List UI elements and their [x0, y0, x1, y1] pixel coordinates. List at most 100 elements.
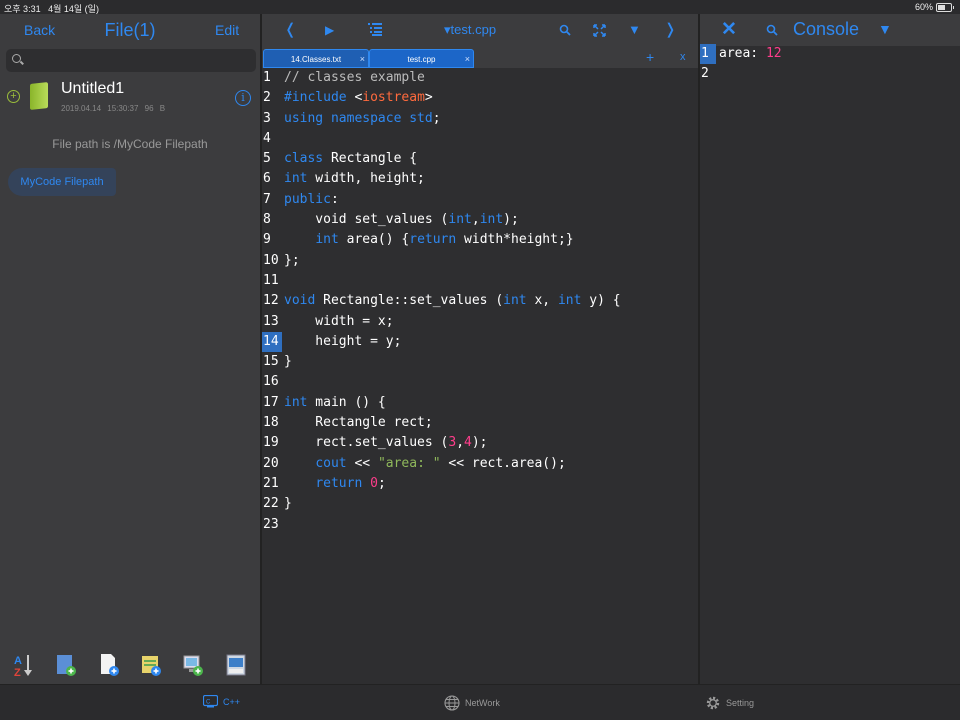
document-title-dropdown[interactable]: ▾test.cpp: [444, 22, 496, 38]
tab-test-cpp[interactable]: test.cpp ×: [369, 49, 474, 68]
code-token: int: [479, 212, 504, 228]
save-window-icon[interactable]: [226, 653, 246, 677]
code-line[interactable]: 1 // classes example: [262, 68, 698, 88]
code-line[interactable]: 14 height = y;: [262, 331, 698, 353]
line-number: 19: [263, 435, 279, 451]
import-file-icon[interactable]: [141, 653, 161, 677]
new-folder-icon[interactable]: [56, 653, 76, 677]
dropdown-triangle-icon[interactable]: ▼: [628, 22, 641, 37]
console-line[interactable]: 1 area: 12: [700, 44, 960, 64]
code-token: area() {: [338, 232, 410, 248]
code-token: int: [315, 232, 339, 248]
chevron-right-icon[interactable]: ❭: [664, 20, 677, 38]
code-line[interactable]: 16: [262, 372, 698, 392]
sort-az-icon[interactable]: A Z: [13, 653, 33, 677]
code-token: "area: ": [377, 455, 441, 471]
tab-label: test.cpp: [407, 55, 436, 64]
code-token: y) {: [581, 293, 621, 309]
expand-plus-icon[interactable]: +: [7, 90, 20, 103]
file-name: Untitled1: [61, 80, 125, 97]
search-icon[interactable]: [559, 24, 571, 36]
tab-label: 14.Classes.txt: [290, 55, 342, 64]
code-line-text: public:: [284, 190, 339, 210]
console-line[interactable]: 2: [700, 64, 960, 84]
close-icon[interactable]: ✕: [721, 18, 737, 41]
close-tab-button[interactable]: x: [680, 51, 686, 63]
cpp-icon: C: [203, 695, 218, 708]
code-token: );: [503, 212, 519, 228]
battery-indicator: 60%: [915, 2, 954, 12]
code-token: // classes example: [284, 70, 425, 85]
edit-button[interactable]: Edit: [215, 22, 239, 38]
code-line[interactable]: 5 class Rectangle {: [262, 149, 698, 169]
code-line[interactable]: 22}: [262, 494, 698, 514]
tab-classes-txt[interactable]: 14.Classes.txt ×: [263, 49, 369, 68]
code-line[interactable]: 10};: [262, 251, 698, 271]
dropdown-triangle-icon[interactable]: ▼: [878, 21, 892, 37]
fullscreen-icon[interactable]: [593, 24, 606, 37]
file-path-text: File path is /MyCode Filepath: [52, 137, 208, 151]
code-line-text: }: [284, 494, 292, 514]
code-line[interactable]: 2 #include <iostream>: [262, 88, 698, 108]
code-token: int: [557, 293, 582, 309]
tab-cpp[interactable]: C C++: [203, 695, 240, 708]
line-number: 13: [263, 313, 279, 329]
file-list-item[interactable]: + Untitled1 2019.04.14 15:30:37 96 B i: [0, 78, 260, 118]
tab-network[interactable]: NetWork: [444, 695, 500, 711]
code-line[interactable]: 18 Rectangle rect;: [262, 413, 698, 433]
line-number: 12: [263, 293, 279, 309]
code-line[interactable]: 19 rect.set_values (3,4);: [262, 433, 698, 453]
code-line[interactable]: 3 using namespace std;: [262, 109, 698, 129]
line-number: 15: [263, 354, 279, 370]
line-number: 5: [263, 151, 271, 167]
code-line-text: // classes example: [284, 68, 425, 88]
code-line-text: class Rectangle {: [284, 149, 417, 169]
code-token: cout: [315, 455, 347, 471]
chevron-left-icon[interactable]: ❬: [284, 20, 297, 38]
add-tab-button[interactable]: +: [646, 49, 654, 65]
code-line[interactable]: 23: [262, 515, 698, 535]
code-line[interactable]: 15}: [262, 352, 698, 372]
line-number: 9: [263, 232, 271, 248]
code-line[interactable]: 11: [262, 271, 698, 291]
code-token: height = y;: [284, 333, 402, 349]
gear-icon: [706, 696, 720, 710]
code-line-text: };: [284, 251, 300, 271]
file-book-icon: [30, 82, 48, 110]
tab-setting[interactable]: Setting: [705, 695, 754, 711]
code-line-text: void Rectangle::set_values (int x, int y…: [284, 291, 621, 311]
code-line[interactable]: 21 return 0;: [262, 474, 698, 494]
code-token: );: [471, 435, 488, 451]
line-number: 17: [263, 394, 279, 410]
file-search-input[interactable]: [6, 49, 256, 72]
line-number: 3: [263, 110, 271, 126]
code-token: ,: [456, 435, 465, 451]
run-play-icon[interactable]: ▶: [325, 23, 334, 37]
code-line[interactable]: 8 void set_values (int,int);: [262, 210, 698, 230]
new-file-icon[interactable]: [99, 653, 119, 677]
code-line[interactable]: 4: [262, 129, 698, 149]
code-token: width, height;: [307, 171, 425, 187]
info-icon[interactable]: i: [235, 90, 251, 106]
code-line[interactable]: 9 int area() {return width*height;}: [262, 230, 698, 250]
tab-close-icon[interactable]: ×: [465, 50, 470, 69]
code-line[interactable]: 12 void Rectangle::set_values (int x, int…: [262, 291, 698, 311]
outline-list-icon[interactable]: [368, 23, 382, 36]
code-line-text: void set_values (int,int);: [284, 210, 519, 230]
file-browser-panel: Back File(1) Edit + Untitled1 2019.04.14…: [0, 14, 260, 684]
tab-close-icon[interactable]: ×: [360, 50, 365, 69]
code-line[interactable]: 13 width = x;: [262, 312, 698, 332]
code-line[interactable]: 7 public:: [262, 190, 698, 210]
search-icon[interactable]: [766, 24, 778, 36]
code-line[interactable]: 6 int width, height;: [262, 169, 698, 189]
screen-add-icon[interactable]: [183, 653, 203, 677]
code-token: int: [503, 293, 527, 309]
filepath-breadcrumb-button[interactable]: MyCode Filepath: [8, 168, 116, 196]
code-line[interactable]: 20 cout << "area: " << rect.area();: [262, 454, 698, 474]
code-token: int: [448, 212, 472, 228]
code-line[interactable]: 17 int main () {: [262, 393, 698, 413]
code-text-area[interactable]: 1// classes example 2 #include <iostream> 3…: [262, 68, 698, 535]
